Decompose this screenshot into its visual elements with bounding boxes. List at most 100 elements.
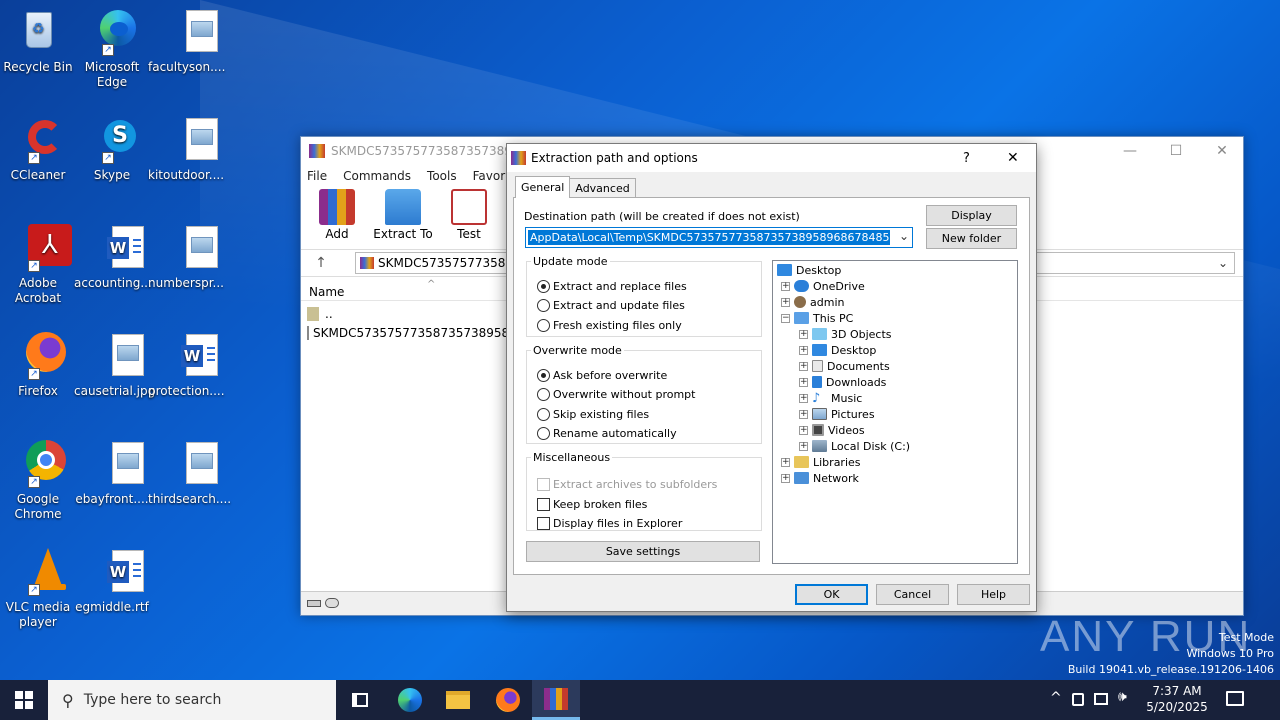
expand-icon[interactable]: + — [781, 281, 790, 291]
cancel-button[interactable]: Cancel — [876, 584, 949, 605]
display-button[interactable]: Display — [926, 205, 1017, 226]
desktop-icon-firefox[interactable]: ↗ Firefox — [0, 332, 76, 399]
checkbox-display-files-in-explorer[interactable]: Display files in Explorer — [537, 517, 682, 530]
tab-general[interactable]: General — [515, 176, 571, 198]
expand-icon[interactable]: + — [781, 297, 790, 307]
desktop-icon-adobe-acrobat[interactable]: ⅄ ↗ Adobe Acrobat — [0, 224, 76, 306]
expand-icon[interactable]: + — [799, 409, 808, 419]
tree-item-desktop[interactable]: Desktop — [777, 262, 841, 278]
close-button[interactable]: ✕ — [1199, 137, 1245, 165]
expand-icon[interactable]: + — [799, 425, 808, 435]
menu-file[interactable]: File — [307, 169, 327, 183]
dialog-titlebar[interactable]: Extraction path and options ? ✕ — [507, 144, 1036, 172]
radio-fresh-existing[interactable]: Fresh existing files only — [537, 319, 682, 332]
radio-extract-replace[interactable]: Extract and replace files — [537, 280, 687, 293]
task-view-button[interactable] — [336, 680, 384, 720]
dropdown-chevron-icon[interactable]: ⌄ — [899, 229, 909, 243]
desktop-icon-word-doc[interactable]: W egmiddle.rtf — [74, 548, 150, 615]
expand-icon[interactable]: + — [799, 329, 808, 339]
maximize-button[interactable]: ☐ — [1153, 137, 1199, 165]
radio-button[interactable] — [537, 369, 550, 382]
dialog-close-icon[interactable]: ✕ — [1007, 150, 1019, 166]
add-button[interactable]: Add — [311, 187, 363, 245]
desktop-icon-file[interactable]: causetrial.jpg — [74, 332, 155, 399]
tab-advanced[interactable]: Advanced — [569, 178, 636, 198]
radio-button[interactable] — [537, 319, 550, 332]
up-arrow-icon[interactable]: ↑ — [301, 255, 341, 271]
notifications-icon[interactable] — [1226, 691, 1244, 706]
desktop-icon-file[interactable]: numberspr... — [148, 224, 224, 291]
tray-overflow-chevron-icon[interactable]: ^ — [1050, 690, 1062, 706]
menu-commands[interactable]: Commands — [343, 169, 411, 183]
help-icon[interactable]: ? — [963, 151, 970, 166]
desktop-icon-file[interactable]: ebayfront.... — [74, 440, 150, 507]
desktop-icon-file[interactable]: kitoutdoor.... — [148, 116, 224, 183]
desktop-icon-file[interactable]: facultyson.... — [148, 8, 225, 75]
list-item[interactable]: SKMDC5735757735873573895896 — [307, 326, 507, 340]
taskbar-file-explorer[interactable] — [434, 680, 482, 720]
checkbox[interactable] — [537, 517, 550, 530]
tree-item-videos[interactable]: + Videos — [799, 422, 865, 438]
clock[interactable]: 7:37 AM 5/20/2025 — [1138, 683, 1216, 715]
radio-overwrite-without-prompt[interactable]: Overwrite without prompt — [537, 388, 695, 401]
expand-icon[interactable]: + — [799, 361, 808, 371]
network-tray-icon[interactable] — [1094, 693, 1108, 705]
test-button[interactable]: Test — [443, 187, 495, 245]
save-settings-button[interactable]: Save settings — [526, 541, 760, 562]
desktop-icon-word-doc[interactable]: W protection.... — [148, 332, 225, 399]
tree-item-pictures[interactable]: + Pictures — [799, 406, 875, 422]
desktop-icon-file[interactable]: thirdsearch.... — [148, 440, 231, 507]
tree-item-music[interactable]: + ♪ Music — [799, 390, 862, 406]
desktop-icon-vlc[interactable]: ↗ VLC media player — [0, 548, 76, 630]
desktop-icon-recycle-bin[interactable]: ♻ Recycle Bin — [0, 8, 76, 75]
tree-item-this-pc[interactable]: − This PC — [781, 310, 853, 326]
radio-ask-before-overwrite[interactable]: Ask before overwrite — [537, 369, 667, 382]
tree-item-admin[interactable]: + admin — [781, 294, 844, 310]
tree-item-network[interactable]: + Network — [781, 470, 859, 486]
radio-button[interactable] — [537, 427, 550, 440]
expand-icon[interactable]: + — [799, 377, 808, 387]
expand-icon[interactable]: + — [799, 393, 808, 403]
help-button[interactable]: Help — [957, 584, 1030, 605]
taskbar-search-box[interactable]: ⚲ Type here to search — [48, 680, 336, 720]
expand-icon[interactable]: + — [799, 345, 808, 355]
expand-icon[interactable]: + — [781, 473, 790, 483]
start-button[interactable] — [0, 680, 48, 720]
address-dropdown-icon[interactable]: ⌄ — [1218, 256, 1228, 270]
tree-item-local-disk[interactable]: + Local Disk (C:) — [799, 438, 910, 454]
collapse-icon[interactable]: − — [781, 313, 790, 323]
radio-rename-automatically[interactable]: Rename automatically — [537, 427, 677, 440]
tree-item-3d-objects[interactable]: +3D Objects — [799, 326, 892, 342]
tree-item-onedrive[interactable]: + OneDrive — [781, 278, 865, 294]
tree-item-pc-desktop[interactable]: + Desktop — [799, 342, 876, 358]
expand-icon[interactable]: + — [799, 441, 808, 451]
tree-item-documents[interactable]: + Documents — [799, 358, 890, 374]
menu-tools[interactable]: Tools — [427, 169, 457, 183]
minimize-button[interactable]: — — [1107, 137, 1153, 165]
desktop-icon-skype[interactable]: S ↗ Skype — [74, 116, 150, 183]
radio-button[interactable] — [537, 280, 550, 293]
desktop-icon-word-doc[interactable]: W accounting... — [74, 224, 152, 291]
list-item[interactable]: .. — [307, 307, 333, 321]
taskbar-firefox[interactable] — [484, 680, 532, 720]
desktop-icon-edge[interactable]: ↗ Microsoft Edge — [74, 8, 150, 90]
taskbar-winrar[interactable] — [532, 680, 580, 720]
tree-item-downloads[interactable]: + Downloads — [799, 374, 886, 390]
tray-app-icon[interactable] — [1072, 693, 1084, 706]
destination-path-combobox[interactable]: AppData\Local\Temp\SKMDC5735757735873573… — [525, 227, 913, 248]
radio-button[interactable] — [537, 408, 550, 421]
desktop-icon-chrome[interactable]: ↗ Google Chrome — [0, 440, 76, 522]
checkbox-keep-broken-files[interactable]: Keep broken files — [537, 498, 647, 511]
radio-skip-existing[interactable]: Skip existing files — [537, 408, 649, 421]
taskbar-edge[interactable] — [386, 680, 434, 720]
desktop-icon-ccleaner[interactable]: ↗ CCleaner — [0, 116, 76, 183]
radio-button[interactable] — [537, 299, 550, 312]
extract-to-button[interactable]: Extract To — [373, 187, 433, 245]
expand-icon[interactable]: + — [781, 457, 790, 467]
checkbox[interactable] — [537, 498, 550, 511]
radio-extract-update[interactable]: Extract and update files — [537, 299, 685, 312]
tree-item-libraries[interactable]: + Libraries — [781, 454, 861, 470]
new-folder-button[interactable]: New folder — [926, 228, 1017, 249]
volume-icon[interactable]: 🕪 — [1118, 689, 1127, 705]
ok-button[interactable]: OK — [795, 584, 868, 605]
